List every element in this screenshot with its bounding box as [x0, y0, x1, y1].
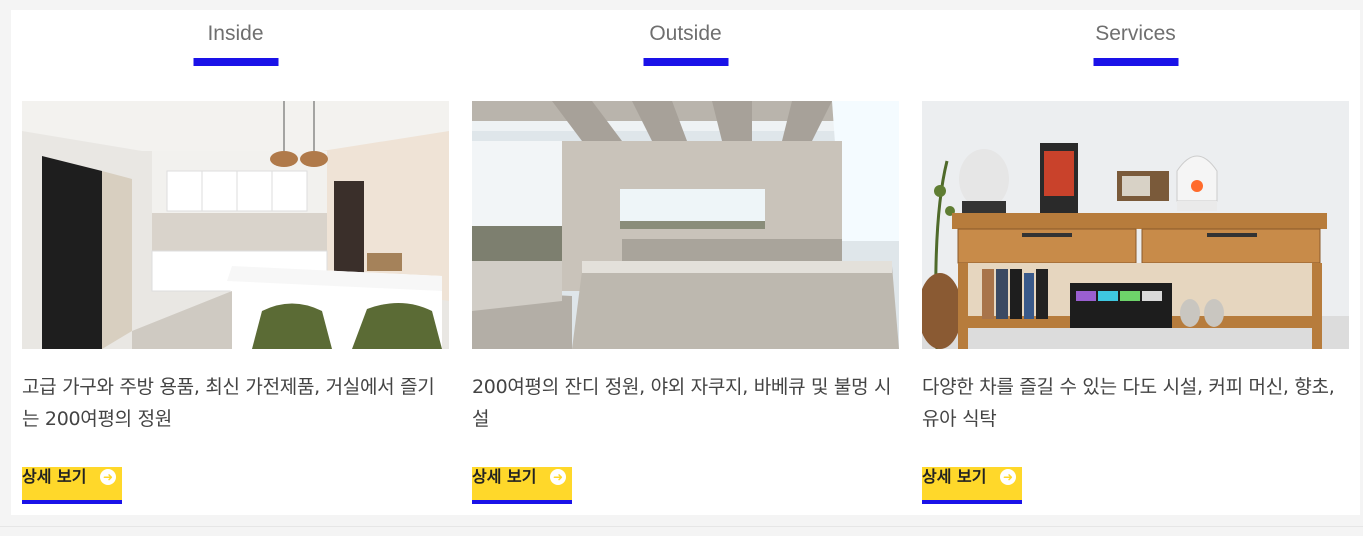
card-inside: Inside 고급 가구와 주방 용품, 최신 가전제품, 거실에서 즐기는 2…	[22, 10, 449, 515]
outside-more-label[interactable]: 상세 보기	[472, 467, 536, 487]
services-more-button[interactable]: 상세 보기 ➜	[922, 467, 1022, 504]
inside-description: 고급 가구와 주방 용품, 최신 가전제품, 거실에서 즐기는 200여평의 정…	[22, 376, 435, 430]
tab-outside-label[interactable]: Outside	[643, 21, 727, 47]
services-description: 다양한 차를 즐길 수 있는 다도 시설, 커피 머신, 향초, 유아 식탁	[922, 376, 1335, 430]
arrow-right-circle-icon: ➜	[100, 469, 116, 485]
kitchen-image	[22, 101, 449, 349]
card-outside: Outside 200여평의 잔디 정원, 야외 자쿠지, 바베큐 및 불멍 시…	[472, 10, 899, 515]
tab-outside-underline	[643, 58, 728, 66]
jacuzzi-image	[472, 101, 899, 349]
tab-inside-underline	[193, 58, 278, 66]
tab-services[interactable]: Services	[922, 21, 1349, 66]
arrow-right-circle-icon: ➜	[550, 469, 566, 485]
outside-description: 200여평의 잔디 정원, 야외 자쿠지, 바베큐 및 불멍 시설	[472, 376, 892, 430]
bottom-divider	[0, 526, 1363, 527]
inside-more-label[interactable]: 상세 보기	[22, 467, 86, 487]
outside-more-button[interactable]: 상세 보기 ➜	[472, 467, 572, 504]
services-photo	[922, 101, 1349, 349]
services-more-label[interactable]: 상세 보기	[922, 467, 986, 487]
tea-station-image	[922, 101, 1349, 349]
features-panel: Inside 고급 가구와 주방 용품, 최신 가전제품, 거실에서 즐기는 2…	[11, 10, 1360, 515]
tab-inside[interactable]: Inside	[22, 21, 449, 66]
tab-outside[interactable]: Outside	[472, 21, 899, 66]
arrow-right-circle-icon: ➜	[1000, 469, 1016, 485]
outside-photo	[472, 101, 899, 349]
tab-inside-label[interactable]: Inside	[201, 21, 269, 47]
inside-more-button[interactable]: 상세 보기 ➜	[22, 467, 122, 504]
tab-services-underline	[1093, 58, 1178, 66]
inside-photo	[22, 101, 449, 349]
card-services: Services 다양한 차를 즐길 수 있는 다도 시설, 커피 머신, 향초…	[922, 10, 1349, 515]
tab-services-label[interactable]: Services	[1089, 21, 1182, 47]
